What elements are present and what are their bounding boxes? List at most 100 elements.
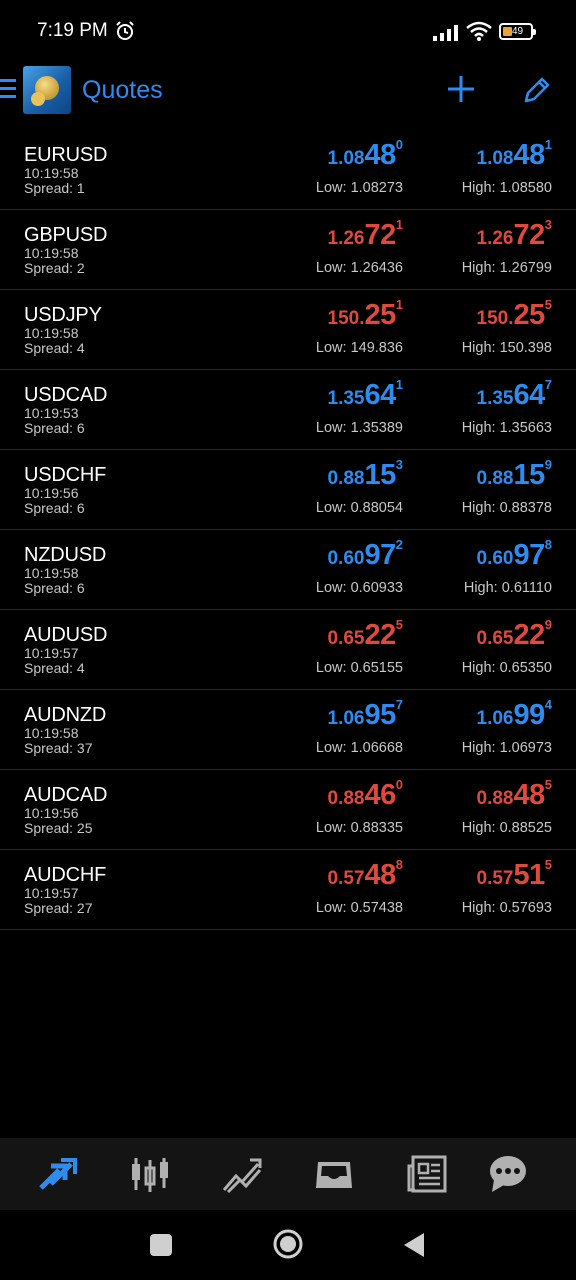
bid-price[interactable]: 1.35641 [328,377,403,412]
high-price: High: 1.35663 [461,420,552,436]
low-price: Low: 0.65155 [315,660,403,676]
ask-price[interactable]: 1.06994 [477,697,552,732]
bid-price-fraction: 1 [395,217,403,232]
low-price: Low: 1.08273 [315,180,403,196]
quote-time: 10:19:58 [24,245,79,261]
high-price: High: 0.88525 [461,820,552,836]
bid-price[interactable]: 1.26721 [327,217,403,252]
signal-icon [433,25,458,41]
ask-price[interactable]: 0.65229 [477,617,552,652]
quote-time: 10:19:56 [24,485,79,501]
add-symbol-button[interactable] [446,74,476,104]
quote-row-audusd[interactable]: AUDUSD 10:19:57 Spread: 4 0.65225 0.65229 Low… [0,610,576,690]
symbol-name: AUDCAD [24,784,108,806]
low-price: Low: 0.88335 [315,820,403,836]
bid-price-fraction: 1 [395,377,403,392]
ask-price[interactable]: 1.26723 [476,217,552,252]
quote-row-audcad[interactable]: AUDCAD 10:19:56 Spread: 25 0.88460 0.88485 Lo… [0,770,576,850]
bid-price-fraction: 3 [395,457,403,472]
symbol-name: AUDCHF [24,864,107,886]
ask-price-fraction: 8 [544,537,552,552]
symbol-name: USDCHF [24,464,107,486]
bid-price[interactable]: 0.88153 [328,457,403,492]
news-icon[interactable] [407,1154,447,1194]
quote-row-usdcad[interactable]: USDCAD 10:19:53 Spread: 6 1.35641 1.35647 Low… [0,370,576,450]
ask-price-prefix: 1.08 [476,148,514,169]
ask-price[interactable]: 1.08481 [476,137,552,172]
high-price: High: 0.65350 [461,660,552,676]
quote-row-usdjpy[interactable]: USDJPY 10:19:58 Spread: 4 150.251 150.255 Low… [0,290,576,370]
symbol-name: USDCAD [24,384,108,406]
ask-price-pips: 22 [513,619,546,651]
spread: Spread: 1 [24,180,85,196]
bid-price-prefix: 0.57 [327,868,365,889]
candlestick-chart-icon[interactable] [130,1154,170,1194]
quote-row-audchf[interactable]: AUDCHF 10:19:57 Spread: 27 0.57488 0.57515 Lo… [0,850,576,930]
chat-icon[interactable] [488,1154,528,1194]
ask-price-fraction: 3 [544,217,552,232]
high-price: High: 150.398 [461,340,552,356]
bid-price[interactable]: 150.251 [328,297,403,332]
quote-row-usdchf[interactable]: USDCHF 10:19:56 Spread: 6 0.88153 0.88159 Low… [0,450,576,530]
ask-price[interactable]: 0.88485 [477,777,552,812]
quote-time: 10:19:58 [24,565,79,581]
bid-price-prefix: 1.26 [327,228,365,249]
ask-price[interactable]: 1.35647 [477,377,552,412]
low-price: Low: 1.26436 [315,260,403,276]
ask-price-fraction: 5 [544,857,552,872]
ask-price-pips: 48 [513,139,546,171]
high-price: High: 0.88378 [461,500,552,516]
low-price: Low: 0.57438 [315,900,403,916]
bid-price-fraction: 8 [395,857,403,872]
bid-price-prefix: 1.06 [327,708,365,729]
bid-price-pips: 95 [364,699,397,731]
quote-time: 10:19:58 [24,165,79,181]
low-price: Low: 1.06668 [315,740,403,756]
bid-price[interactable]: 0.65225 [328,617,403,652]
bid-price-pips: 22 [364,619,397,651]
bid-price[interactable]: 0.88460 [328,777,403,812]
ask-price[interactable]: 0.60978 [477,537,552,572]
high-price: High: 1.06973 [461,740,552,756]
ask-price[interactable]: 0.88159 [477,457,552,492]
quote-time: 10:19:58 [24,325,79,341]
ask-price[interactable]: 150.255 [477,297,552,332]
symbol-name: GBPUSD [24,224,108,246]
low-price: Low: 0.88054 [315,500,403,516]
home-button[interactable] [272,1228,304,1260]
trade-chart-icon[interactable] [222,1154,262,1194]
battery-level: 49 [512,26,524,37]
ask-price[interactable]: 0.57515 [477,857,552,892]
inbox-icon[interactable] [314,1154,354,1194]
quote-row-nzdusd[interactable]: NZDUSD 10:19:58 Spread: 6 0.60972 0.60978 Low… [0,530,576,610]
bid-price[interactable]: 1.06957 [327,697,403,732]
bid-price[interactable]: 1.08480 [328,137,403,172]
symbol-name: NZDUSD [24,544,107,566]
ask-price-fraction: 9 [544,457,552,472]
quote-time: 10:19:58 [24,725,79,741]
back-button[interactable] [402,1232,426,1258]
ask-price-pips: 97 [513,539,546,571]
edit-button[interactable] [522,75,552,105]
ask-price-prefix: 1.26 [476,228,514,249]
spread: Spread: 25 [24,820,93,836]
bottom-tab-bar [0,1138,576,1210]
quotes-arrows-icon[interactable] [37,1154,77,1194]
ask-price-fraction: 7 [544,377,552,392]
spread: Spread: 37 [24,740,93,756]
bid-price[interactable]: 0.57488 [327,857,403,892]
quote-row-gbpusd[interactable]: GBPUSD 10:19:58 Spread: 2 1.26721 1.26723 Low… [0,210,576,290]
menu-icon[interactable] [0,79,16,103]
app-logo [23,66,71,114]
quote-row-eurusd[interactable]: EURUSD 10:19:58 Spread: 1 1.08480 1.08481 Low… [0,130,576,210]
bid-price-fraction: 2 [395,537,403,552]
low-price: Low: 149.836 [315,340,403,356]
ask-price-pips: 48 [513,779,546,811]
bid-price[interactable]: 0.60972 [328,537,403,572]
recents-button[interactable] [150,1234,172,1256]
ask-price-fraction: 5 [544,297,552,312]
quote-time: 10:19:57 [24,885,79,901]
quote-row-audnzd[interactable]: AUDNZD 10:19:58 Spread: 37 1.06957 1.06994 Lo… [0,690,576,770]
low-price: Low: 1.35389 [315,420,403,436]
ask-price-pips: 15 [513,459,546,491]
